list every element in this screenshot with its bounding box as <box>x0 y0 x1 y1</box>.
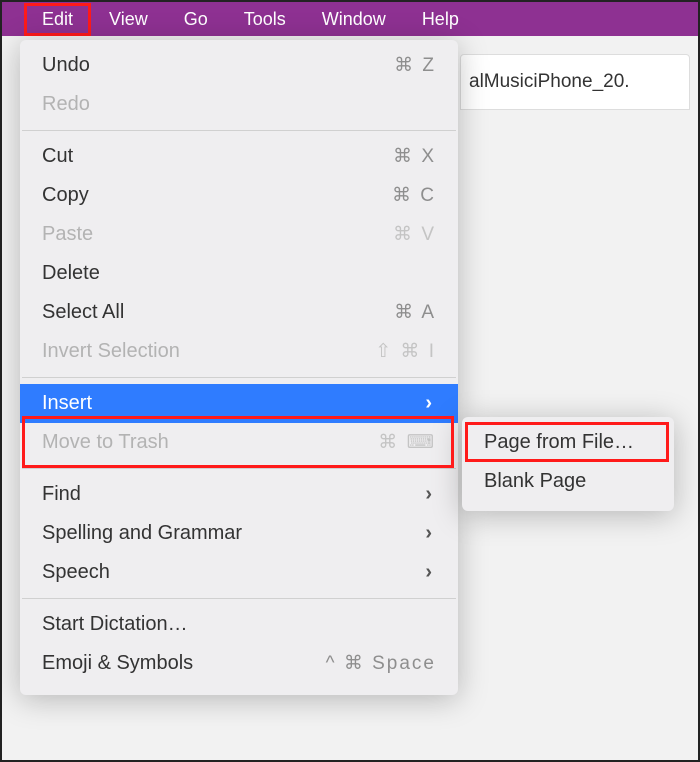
menubar-item-go[interactable]: Go <box>166 3 226 36</box>
menu-item-delete[interactable]: Delete <box>20 254 458 293</box>
menu-item-label: Invert Selection <box>42 340 375 363</box>
menubar-item-tools[interactable]: Tools <box>226 3 304 36</box>
menubar-item-edit[interactable]: Edit <box>24 3 91 36</box>
menu-item-undo[interactable]: Undo ⌘ Z <box>20 46 458 85</box>
menu-item-label: Copy <box>42 184 392 207</box>
menu-item-label: Start Dictation… <box>42 613 436 636</box>
menu-item-label: Undo <box>42 54 394 77</box>
menu-item-label: Page from File… <box>484 431 652 454</box>
menu-item-redo: Redo <box>20 85 458 124</box>
menu-item-invert-selection: Invert Selection ⇧ ⌘ I <box>20 332 458 371</box>
menubar-item-help[interactable]: Help <box>404 3 477 36</box>
menu-item-copy[interactable]: Copy ⌘ C <box>20 176 458 215</box>
menu-separator <box>22 598 456 599</box>
submenu-item-blank-page[interactable]: Blank Page <box>462 462 674 501</box>
menu-item-insert[interactable]: Insert › <box>20 384 458 423</box>
menu-item-label: Spelling and Grammar <box>42 522 425 545</box>
chevron-right-icon: › <box>425 561 436 584</box>
menu-item-shortcut: ^ ⌘ Space <box>326 652 436 675</box>
menu-item-shortcut: ⇧ ⌘ I <box>375 340 436 363</box>
chevron-right-icon: › <box>425 522 436 545</box>
menu-item-shortcut: ⌘ Z <box>394 54 436 77</box>
menu-item-label: Cut <box>42 145 393 168</box>
menu-item-shortcut: ⌘ ⌨ <box>378 431 436 454</box>
menubar-item-window[interactable]: Window <box>304 3 404 36</box>
menu-item-label: Select All <box>42 301 394 324</box>
insert-submenu: Page from File… Blank Page <box>462 417 674 511</box>
menu-item-move-to-trash: Move to Trash ⌘ ⌨ <box>20 423 458 462</box>
menu-item-shortcut: ⌘ A <box>394 301 436 324</box>
menu-item-label: Find <box>42 483 425 506</box>
menu-item-find[interactable]: Find › <box>20 475 458 514</box>
menu-item-shortcut: ⌘ X <box>393 145 436 168</box>
submenu-item-page-from-file[interactable]: Page from File… <box>462 423 674 462</box>
menu-item-shortcut: ⌘ V <box>393 223 436 246</box>
menu-item-label: Emoji & Symbols <box>42 652 326 675</box>
menu-item-label: Redo <box>42 93 436 116</box>
menu-item-select-all[interactable]: Select All ⌘ A <box>20 293 458 332</box>
menu-item-label: Move to Trash <box>42 431 378 454</box>
menu-item-speech[interactable]: Speech › <box>20 553 458 592</box>
menu-item-cut[interactable]: Cut ⌘ X <box>20 137 458 176</box>
menu-item-label: Blank Page <box>484 470 652 493</box>
menubar: Edit View Go Tools Window Help <box>2 2 698 36</box>
menu-separator <box>22 377 456 378</box>
document-title-fragment: alMusiciPhone_20. <box>460 54 690 110</box>
menu-item-label: Insert <box>42 392 425 415</box>
chevron-right-icon: › <box>425 392 436 415</box>
menu-item-paste: Paste ⌘ V <box>20 215 458 254</box>
menu-item-start-dictation[interactable]: Start Dictation… <box>20 605 458 644</box>
chevron-right-icon: › <box>425 483 436 506</box>
menu-separator <box>22 468 456 469</box>
menu-separator <box>22 130 456 131</box>
menu-item-spelling-grammar[interactable]: Spelling and Grammar › <box>20 514 458 553</box>
menu-item-emoji-symbols[interactable]: Emoji & Symbols ^ ⌘ Space <box>20 644 458 683</box>
menu-item-shortcut: ⌘ C <box>392 184 436 207</box>
edit-menu-dropdown: Undo ⌘ Z Redo Cut ⌘ X Copy ⌘ C Paste ⌘ V… <box>20 40 458 695</box>
menubar-item-view[interactable]: View <box>91 3 166 36</box>
menu-item-label: Paste <box>42 223 393 246</box>
menu-item-label: Delete <box>42 262 436 285</box>
menu-item-label: Speech <box>42 561 425 584</box>
